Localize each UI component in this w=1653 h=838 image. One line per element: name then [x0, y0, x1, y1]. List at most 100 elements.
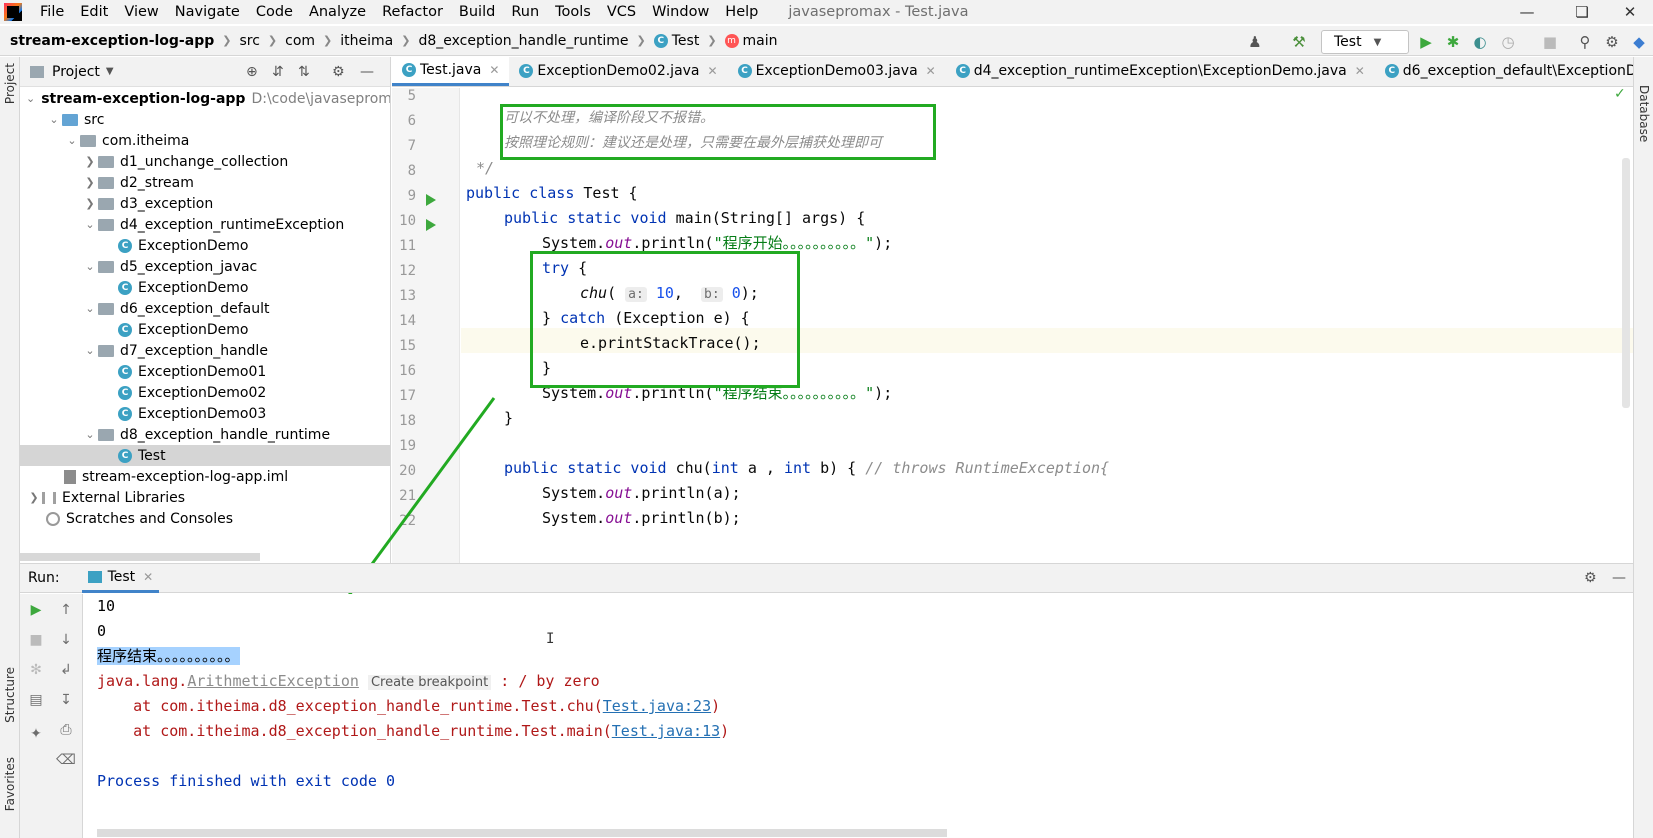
stop-icon[interactable]: ■	[1539, 31, 1561, 53]
menu-run[interactable]: Run	[503, 4, 547, 20]
profile-icon[interactable]: ◷	[1497, 31, 1519, 53]
debug-icon[interactable]: ✱	[1442, 31, 1464, 53]
breadcrumb-src[interactable]: src	[239, 33, 259, 49]
close-icon[interactable]: ✕	[708, 64, 718, 78]
menu-code[interactable]: Code	[248, 4, 301, 20]
console-output[interactable]: 10 0 程序结束。。。。。。。。。。 java.lang.Arithmetic…	[84, 594, 1633, 838]
breadcrumb-class[interactable]: Test	[672, 33, 700, 49]
tree-item[interactable]: ⌄ d8_exception_handle_runtime	[20, 424, 390, 445]
chevron-down-icon[interactable]: ⌄	[82, 260, 98, 273]
tree-item[interactable]: ❯ d2_stream	[20, 172, 390, 193]
close-window-icon[interactable]: ✕	[1607, 0, 1653, 24]
tab-exceptiondemo03[interactable]: C ExceptionDemo03.java ✕	[728, 57, 946, 86]
menu-help[interactable]: Help	[717, 4, 766, 20]
run-main-gutter-icon[interactable]	[426, 219, 436, 231]
run-class-gutter-icon[interactable]	[426, 194, 436, 206]
exception-class-link[interactable]: ArithmeticException	[187, 672, 359, 690]
database-tool-tab[interactable]: Database	[1637, 85, 1651, 142]
hide-panel-icon[interactable]: —	[360, 64, 374, 80]
expand-all-icon[interactable]: ⇵	[272, 64, 284, 80]
stop-icon[interactable]: ■	[26, 630, 46, 650]
vertical-scrollbar[interactable]	[1622, 158, 1630, 408]
menu-window[interactable]: Window	[644, 4, 717, 20]
tree-item[interactable]: ⌄ d4_exception_runtimeException	[20, 214, 390, 235]
gear-icon[interactable]: ⚙	[1584, 570, 1597, 586]
chevron-down-icon[interactable]: ⌄	[82, 428, 98, 441]
menu-tools[interactable]: Tools	[547, 4, 599, 20]
menu-build[interactable]: Build	[451, 4, 503, 20]
close-icon[interactable]: ✕	[1355, 64, 1365, 78]
tree-item[interactable]: ❯ d3_exception	[20, 193, 390, 214]
tree-item[interactable]: ⌄ d7_exception_handle	[20, 340, 390, 361]
tree-root[interactable]: ⌄ stream-exception-log-app D:\code\javas…	[20, 88, 390, 109]
menu-refactor[interactable]: Refactor	[374, 4, 451, 20]
tree-item[interactable]: ⌄ d5_exception_javac	[20, 256, 390, 277]
build-hammer-icon[interactable]: ⚒	[1288, 31, 1310, 53]
tree-item[interactable]: C ExceptionDemo	[20, 235, 390, 256]
chevron-right-icon[interactable]: ❯	[82, 176, 98, 189]
tree-item-selected[interactable]: C Test	[20, 445, 390, 466]
menu-file[interactable]: File	[32, 4, 72, 20]
chevron-down-icon[interactable]: ⌄	[64, 134, 80, 147]
breadcrumb-method[interactable]: main	[743, 33, 778, 49]
tree-item[interactable]: ⌄ src	[20, 109, 390, 130]
trash-icon[interactable]: ⌫	[56, 750, 76, 770]
print-icon[interactable]: ⎙	[56, 720, 76, 740]
breadcrumb-com[interactable]: com	[285, 33, 315, 49]
menu-view[interactable]: View	[116, 4, 166, 20]
menu-vcs[interactable]: VCS	[599, 4, 644, 20]
run-tab-test[interactable]: Test ✕	[81, 563, 160, 593]
chevron-right-icon[interactable]: ❯	[82, 155, 98, 168]
favorites-tool-tab[interactable]: Favorites	[3, 757, 17, 811]
close-icon[interactable]: ✕	[143, 570, 153, 584]
tree-item[interactable]: C ExceptionDemo	[20, 319, 390, 340]
horizontal-scrollbar[interactable]	[20, 553, 260, 561]
tree-item[interactable]: ❯ External Libraries	[20, 487, 390, 508]
tree-item[interactable]: ❯ d1_unchange_collection	[20, 151, 390, 172]
project-tool-tab[interactable]: Project	[3, 63, 17, 104]
tab-d6-exceptiondemo[interactable]: C d6_exception_default\ExceptionDemo.jav…	[1375, 57, 1633, 86]
source-link[interactable]: Test.java:23	[603, 697, 711, 715]
coverage-icon[interactable]: ◐	[1469, 31, 1491, 53]
close-icon[interactable]: ✕	[926, 64, 936, 78]
tab-exceptiondemo02[interactable]: C ExceptionDemo02.java ✕	[509, 57, 727, 86]
locate-icon[interactable]: ⊕	[246, 64, 258, 80]
structure-tool-tab[interactable]: Structure	[3, 667, 17, 723]
hide-panel-icon[interactable]: —	[1612, 570, 1626, 586]
tree-item[interactable]: C ExceptionDemo01	[20, 361, 390, 382]
soft-wrap-icon[interactable]: ↲	[56, 660, 76, 680]
chevron-down-icon[interactable]: ⌄	[82, 344, 98, 357]
tree-item[interactable]: Scratches and Consoles	[20, 508, 390, 529]
source-link[interactable]: Test.java:13	[612, 722, 720, 740]
tab-d4-exceptiondemo[interactable]: C d4_exception_runtimeException\Exceptio…	[946, 57, 1375, 86]
up-arrow-icon[interactable]: ↑	[56, 600, 76, 620]
restore-icon[interactable]: ❏	[1559, 0, 1605, 24]
scroll-to-end-icon[interactable]: ↧	[56, 690, 76, 710]
menu-edit[interactable]: Edit	[72, 4, 116, 20]
tree-item[interactable]: ⌄ d6_exception_default	[20, 298, 390, 319]
close-icon[interactable]: ✕	[489, 63, 499, 77]
horizontal-scrollbar[interactable]	[97, 829, 947, 837]
chevron-right-icon[interactable]: ❯	[82, 197, 98, 210]
tree-item[interactable]: stream-exception-log-app.iml	[20, 466, 390, 487]
tree-item[interactable]: ⌄ com.itheima	[20, 130, 390, 151]
code-editor[interactable]: 5 6 7 8 9 10 11 12 13 14 15 16 17 18 19 …	[392, 88, 1633, 563]
run-configuration-select[interactable]: Test ▼	[1321, 30, 1409, 54]
restore-layout-icon[interactable]: ✻	[26, 660, 46, 680]
pin-icon[interactable]: ✦	[26, 724, 46, 744]
tree-item[interactable]: C ExceptionDemo	[20, 277, 390, 298]
chevron-down-icon[interactable]: ⌄	[46, 113, 62, 126]
down-arrow-icon[interactable]: ↓	[56, 630, 76, 650]
run-icon[interactable]: ▶	[1415, 31, 1437, 53]
chevron-down-icon[interactable]: ⌄	[82, 218, 98, 231]
chevron-down-icon[interactable]: ▼	[106, 66, 114, 77]
project-panel-title[interactable]: Project	[52, 64, 100, 80]
gear-icon[interactable]: ⚙	[332, 64, 345, 80]
menu-analyze[interactable]: Analyze	[301, 4, 374, 20]
menu-navigate[interactable]: Navigate	[167, 4, 248, 20]
user-icon[interactable]: ♟	[1244, 31, 1266, 53]
plugin-icon[interactable]: ◆	[1628, 31, 1650, 53]
chevron-down-icon[interactable]: ⌄	[82, 302, 98, 315]
breadcrumb-itheima[interactable]: itheima	[340, 33, 393, 49]
tree-item[interactable]: C ExceptionDemo03	[20, 403, 390, 424]
